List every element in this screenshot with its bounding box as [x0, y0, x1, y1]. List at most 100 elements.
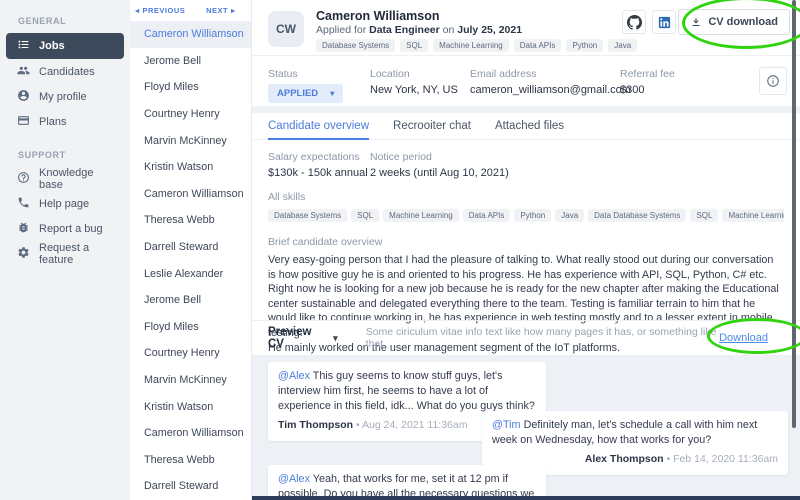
notice-label: Notice period — [370, 151, 432, 163]
chat-timestamp: Aug 24, 2021 11:36am — [362, 419, 468, 431]
applied-connector: on — [442, 24, 455, 36]
skill-tag: Java — [608, 39, 638, 52]
tab-attached-files[interactable]: Attached files — [495, 113, 564, 140]
status-field-value: $300 — [620, 84, 645, 96]
list-item[interactable]: Jerome Bell — [130, 287, 251, 314]
sidebar-item-help-page[interactable]: Help page — [6, 192, 124, 216]
skill-tag: SQL — [690, 209, 719, 222]
previous-button[interactable]: ◂ PREVIOUS — [130, 0, 191, 21]
bullet-separator: • — [663, 453, 674, 465]
skill-tag: Data APIs — [462, 209, 511, 222]
candidate-name: Cameron Williamson — [316, 9, 440, 23]
header-skill-tags: Database Systems SQL Machine Learning Data … — [316, 39, 638, 52]
list-item[interactable]: Cameron Williamson — [130, 420, 251, 447]
sidebar-item-request-a-feature[interactable]: Request a feature — [6, 242, 124, 266]
list-item[interactable]: Darrell Steward — [130, 473, 251, 500]
skill-tag: Machine Learning — [383, 209, 459, 222]
tab-candidate-overview[interactable]: Candidate overview — [268, 113, 370, 140]
sidebar-item-report-a-bug[interactable]: Report a bug — [6, 217, 124, 241]
next-arrow-icon: ▸ — [231, 6, 236, 15]
skill-tag: SQL — [400, 39, 429, 52]
status-field-value: APPLIED ▾ — [268, 84, 344, 103]
list-pager: ◂ PREVIOUS NEXT ▸ — [130, 0, 251, 21]
candidate-header-card: CW Cameron Williamson Applied for Data E… — [252, 0, 800, 106]
email-link[interactable]: cameron_williamson@gmail.com — [470, 84, 631, 96]
chat-timestamp: Feb 14, 2020 11:36am — [673, 453, 778, 465]
next-label: NEXT — [206, 6, 229, 15]
salary-value: $130k - 150k annual — [268, 167, 368, 179]
status-field: Referral fee $300 — [620, 68, 675, 96]
recruiter-chat-area: @Alex This guy seems to know stuff guys,… — [252, 355, 800, 500]
download-icon — [692, 18, 700, 26]
status-field-label: Status — [268, 68, 298, 80]
avatar: CW — [268, 11, 304, 47]
list-item[interactable]: Theresa Webb — [130, 447, 251, 474]
preview-cv-label: Preview CV — [268, 326, 312, 350]
status-dropdown[interactable]: APPLIED ▾ — [268, 84, 344, 103]
list-item[interactable]: Marvin McKinney — [130, 367, 251, 394]
scrollbar[interactable] — [792, 0, 796, 428]
linkedin-icon[interactable] — [652, 10, 676, 34]
question-icon — [17, 171, 30, 187]
preview-cv-info: Some ciriculum vitae info text like how … — [365, 326, 717, 350]
chat-text: Definitely man, let's schedule a call wi… — [492, 419, 758, 446]
candidate-detail-panel: CW Cameron Williamson Applied for Data E… — [252, 0, 800, 500]
skill-tag: Data Database Systems — [588, 209, 687, 222]
skill-tag: Data APIs — [513, 39, 562, 52]
list-item[interactable]: Kristin Watson — [130, 154, 251, 181]
list-item[interactable]: Courtney Henry — [130, 101, 251, 128]
salary-label: Salary expectations — [268, 151, 360, 163]
chat-message-text: @Tim Definitely man, let's schedule a ca… — [492, 418, 778, 448]
list-item[interactable]: Cameron Williamson — [130, 181, 251, 208]
status-field: Location New York, NY, US — [370, 68, 458, 96]
user-icon — [17, 89, 30, 105]
notice-block: Notice period 2 weeks (until Aug 10, 202… — [370, 151, 509, 179]
candidate-header: CW Cameron Williamson Applied for Data E… — [252, 0, 800, 56]
sidebar: GENERAL Jobs Candidates My profile Plans SUPP… — [0, 0, 130, 500]
sidebar-item-candidates[interactable]: Candidates — [6, 60, 124, 84]
list-item[interactable]: Marvin McKinney — [130, 127, 251, 154]
list-item[interactable]: Jerome Bell — [130, 48, 251, 75]
chat-author: Alex Thompson — [584, 453, 664, 465]
preview-cv-row: Preview CV ▾ Some ciriculum vitae info t… — [252, 320, 800, 355]
prev-arrow-icon: ◂ — [135, 6, 140, 15]
sidebar-section-label: SUPPORT — [18, 150, 66, 160]
tab-recrooiter-chat[interactable]: Recrooiter chat — [393, 113, 471, 140]
card-icon — [17, 114, 30, 130]
chat-author: Tim Thompson — [278, 419, 354, 431]
sidebar-item-my-profile[interactable]: My profile — [6, 85, 124, 109]
list-item[interactable]: Theresa Webb — [130, 207, 251, 234]
applied-date: July 25, 2021 — [457, 24, 523, 36]
skill-tag: Database Systems — [316, 39, 396, 52]
preview-cv-toggle[interactable]: Preview CV ▾ — [268, 326, 338, 350]
list-item[interactable]: Floyd Miles — [130, 314, 251, 341]
bullet-separator: • — [353, 419, 362, 431]
list-item[interactable]: Courtney Henry — [130, 340, 251, 367]
skill-tag: SQL — [351, 209, 380, 222]
sidebar-item-jobs[interactable]: Jobs — [6, 33, 124, 59]
sidebar-item-knowledge-base[interactable]: Knowledge base — [6, 167, 124, 191]
chat-mention: @Tim — [492, 419, 521, 431]
sidebar-item-label: Plans — [39, 116, 67, 128]
status-field-label: Referral fee — [620, 68, 675, 80]
list-item[interactable]: Cameron Williamson — [130, 21, 251, 48]
skill-tag: Machine Learning — [722, 209, 784, 222]
list-item[interactable]: Kristin Watson — [130, 393, 251, 420]
applied-prefix: Applied for — [316, 24, 367, 36]
skill-tag: Machine Learning — [433, 39, 509, 52]
sidebar-item-plans[interactable]: Plans — [6, 110, 124, 134]
status-field-label: Email address — [470, 68, 537, 80]
previous-label: PREVIOUS — [142, 6, 186, 15]
download-link[interactable]: Download — [719, 332, 768, 344]
list-item[interactable]: Floyd Miles — [130, 74, 251, 101]
sidebar-item-label: My profile — [39, 91, 87, 103]
chevron-down-icon: ▾ — [333, 332, 338, 343]
github-icon[interactable] — [622, 10, 646, 34]
chat-message: @Alex Yeah, that works for me, set it at… — [268, 465, 546, 500]
list-item[interactable]: Darrell Steward — [130, 234, 251, 261]
next-button[interactable]: NEXT ▸ — [191, 0, 252, 21]
list-item[interactable]: Leslie Alexander — [130, 260, 251, 287]
cv-download-button[interactable]: CV download — [678, 9, 790, 35]
candidate-rows: Cameron Williamson Jerome Bell Floyd Miles… — [130, 21, 251, 500]
info-icon[interactable] — [759, 67, 787, 95]
